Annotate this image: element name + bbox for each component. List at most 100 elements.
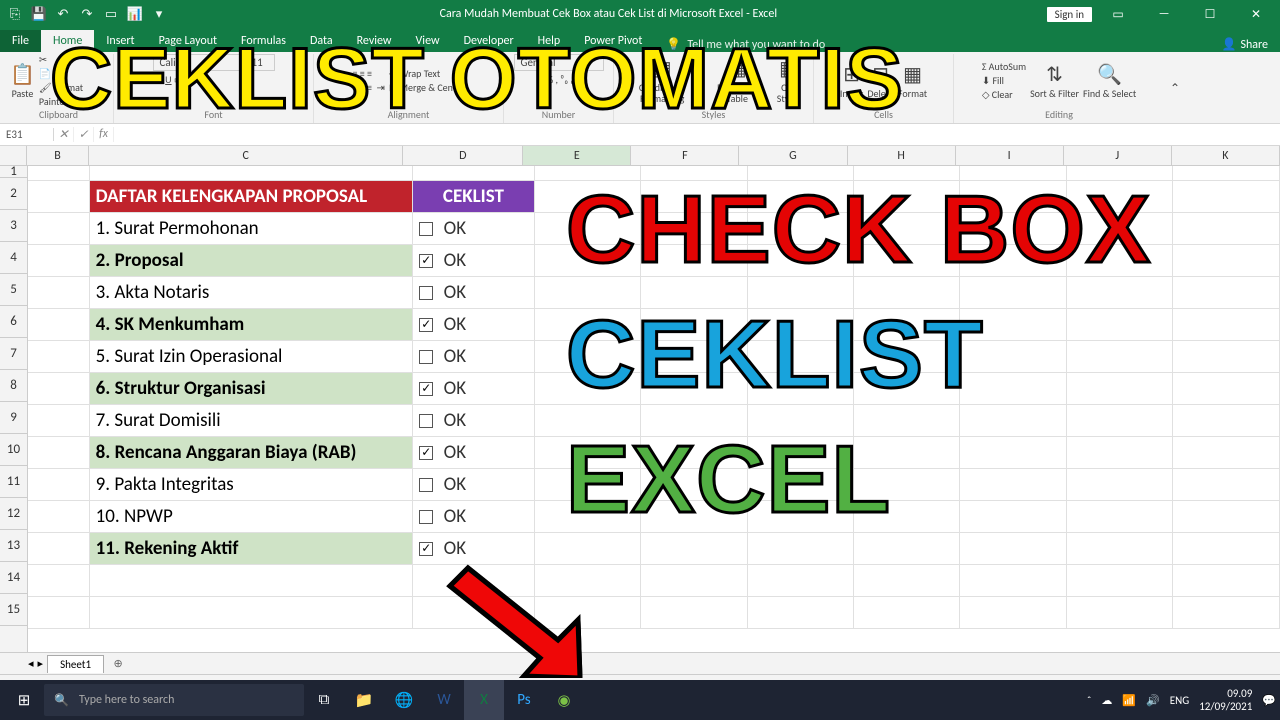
- cell[interactable]: [853, 404, 959, 436]
- cell[interactable]: [1173, 276, 1280, 308]
- tell-me-search[interactable]: 💡 Tell me what you want to do: [666, 37, 825, 52]
- row-header[interactable]: 11: [0, 466, 27, 498]
- app-chrome[interactable]: 🌐: [384, 680, 424, 720]
- col-header[interactable]: D: [403, 146, 523, 165]
- cell[interactable]: [1173, 468, 1280, 500]
- format-table-button[interactable]: ▦Format as Table: [708, 58, 766, 104]
- qat-btn[interactable]: 📊: [124, 3, 146, 25]
- cell[interactable]: ✓ OK: [413, 308, 534, 340]
- cell[interactable]: [641, 404, 747, 436]
- tray-cloud-icon[interactable]: ☁: [1101, 694, 1112, 707]
- cell[interactable]: [1066, 500, 1172, 532]
- cell[interactable]: 9. Pakta Integritas: [89, 468, 413, 500]
- cell[interactable]: [853, 468, 959, 500]
- cell[interactable]: [534, 276, 640, 308]
- cell[interactable]: [1066, 564, 1172, 596]
- row-header[interactable]: 2: [0, 178, 27, 210]
- cell[interactable]: OK: [413, 212, 534, 244]
- checkbox[interactable]: ✓: [419, 446, 433, 460]
- find-select-button[interactable]: 🔍Find & Select: [1083, 64, 1136, 99]
- cell[interactable]: [28, 404, 89, 436]
- cell[interactable]: [534, 500, 640, 532]
- cell[interactable]: 5. Surat Izin Operasional: [89, 340, 413, 372]
- cell[interactable]: [960, 436, 1066, 468]
- tab-review[interactable]: Review: [345, 30, 404, 52]
- app-photoshop[interactable]: Ps: [504, 680, 544, 720]
- cell[interactable]: [960, 212, 1066, 244]
- cell[interactable]: [641, 340, 747, 372]
- select-all-corner[interactable]: [0, 146, 27, 165]
- share-button[interactable]: 👤 Share: [1221, 37, 1268, 52]
- qat-btn[interactable]: ▭: [100, 3, 122, 25]
- tray-volume-icon[interactable]: 🔊: [1146, 694, 1160, 707]
- cell[interactable]: [28, 564, 89, 596]
- row-header[interactable]: 13: [0, 530, 27, 562]
- cell[interactable]: [1066, 212, 1172, 244]
- cell[interactable]: 8. Rencana Anggaran Biaya (RAB): [89, 436, 413, 468]
- cell[interactable]: [641, 308, 747, 340]
- cell[interactable]: 1. Surat Permohonan: [89, 212, 413, 244]
- cell[interactable]: [747, 340, 853, 372]
- checkbox[interactable]: [419, 478, 433, 492]
- cell[interactable]: [853, 180, 959, 212]
- cell[interactable]: [853, 500, 959, 532]
- cell[interactable]: [28, 212, 89, 244]
- signin-button[interactable]: Sign in: [1047, 7, 1092, 22]
- app-explorer[interactable]: 📁: [344, 680, 384, 720]
- checkbox[interactable]: ✓: [419, 254, 433, 268]
- cell[interactable]: [1173, 532, 1280, 564]
- tab-data[interactable]: Data: [298, 30, 345, 52]
- tab-page-layout[interactable]: Page Layout: [147, 30, 229, 52]
- cell[interactable]: [960, 404, 1066, 436]
- cell[interactable]: 7. Surat Domisili: [89, 404, 413, 436]
- cell[interactable]: [853, 340, 959, 372]
- cell[interactable]: [1173, 596, 1280, 628]
- checkbox[interactable]: ✓: [419, 382, 433, 396]
- row-header[interactable]: 15: [0, 594, 27, 626]
- cell-styles-button[interactable]: ▦Cell Styles: [770, 58, 807, 104]
- cell[interactable]: [641, 244, 747, 276]
- checkbox[interactable]: [419, 286, 433, 300]
- cell[interactable]: [747, 404, 853, 436]
- cell[interactable]: [1066, 468, 1172, 500]
- cell[interactable]: [747, 436, 853, 468]
- cell[interactable]: [960, 166, 1066, 180]
- cell[interactable]: [413, 564, 534, 596]
- number-buttons[interactable]: $ % , ⁰₀ ₀⁰: [539, 73, 578, 87]
- cell[interactable]: ✓ OK: [413, 244, 534, 276]
- cell[interactable]: ✓ OK: [413, 436, 534, 468]
- tray-chevron-icon[interactable]: ˆ: [1087, 694, 1091, 707]
- row-header[interactable]: 14: [0, 562, 27, 594]
- col-header[interactable]: K: [1172, 146, 1280, 165]
- spreadsheet-grid[interactable]: 123456789101112131415 DAFTAR KELENGKAPAN…: [0, 166, 1280, 652]
- row-header[interactable]: 3: [0, 210, 27, 242]
- cell[interactable]: [1173, 436, 1280, 468]
- cell[interactable]: [534, 166, 640, 180]
- cell[interactable]: ✓ OK: [413, 532, 534, 564]
- cell[interactable]: 6. Struktur Organisasi: [89, 372, 413, 404]
- cell[interactable]: [960, 308, 1066, 340]
- cell[interactable]: [641, 166, 747, 180]
- cell[interactable]: [853, 372, 959, 404]
- tab-help[interactable]: Help: [526, 30, 573, 52]
- col-header[interactable]: C: [89, 146, 404, 165]
- cell[interactable]: [1173, 180, 1280, 212]
- row-header[interactable]: 10: [0, 434, 27, 466]
- task-view-icon[interactable]: ⧉: [304, 680, 344, 720]
- cell[interactable]: [641, 532, 747, 564]
- paste-button[interactable]: 📋Paste: [10, 64, 35, 99]
- cell[interactable]: [1066, 404, 1172, 436]
- cell[interactable]: 2. Proposal: [89, 244, 413, 276]
- collapse-ribbon-icon[interactable]: ⌃: [1164, 81, 1186, 96]
- wrap-merge-buttons[interactable]: ↩ Wrap Text⊞ Merge & Center: [389, 67, 465, 95]
- cell[interactable]: [89, 564, 413, 596]
- cell[interactable]: [28, 340, 89, 372]
- cell[interactable]: [28, 308, 89, 340]
- number-format-select[interactable]: General: [514, 54, 604, 71]
- col-header[interactable]: H: [848, 146, 956, 165]
- qat-btn[interactable]: ▾: [148, 3, 170, 25]
- cell[interactable]: [534, 212, 640, 244]
- cell[interactable]: [1173, 212, 1280, 244]
- cell[interactable]: [747, 500, 853, 532]
- cell[interactable]: [960, 372, 1066, 404]
